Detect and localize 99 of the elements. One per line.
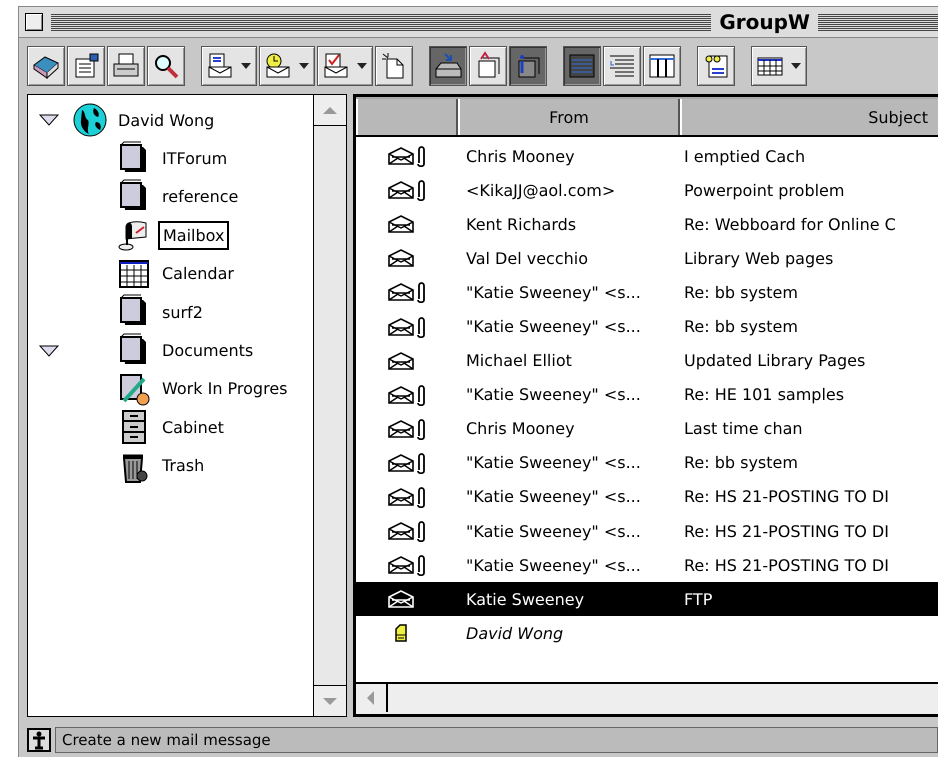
sender: "Katie Sweeney" <s... <box>465 522 642 541</box>
message-row[interactable]: "Katie Sweeney" <s... Re: HS 21-POSTING TO DI <box>356 548 938 582</box>
envelope-icon <box>388 454 414 472</box>
envelope-icon <box>388 488 414 506</box>
toolbar-button[interactable] <box>603 46 641 86</box>
status-text: Create a new mail message <box>55 727 938 753</box>
subject: Re: HS 21-POSTING TO DI <box>683 556 889 575</box>
disclosure-triangle-icon[interactable] <box>39 114 59 126</box>
folder-item[interactable]: Trash <box>158 452 208 480</box>
sender: <KikaJJ@aol.com> <box>465 180 616 200</box>
caret-icon <box>299 63 309 69</box>
envelope-icon <box>388 249 414 268</box>
folder-item[interactable]: reference <box>158 183 242 210</box>
scroll-bar[interactable] <box>356 682 938 714</box>
folder-item[interactable]: Cabinet <box>158 414 228 441</box>
info-icon <box>27 728 51 752</box>
subject: Re: HE 101 samples <box>683 385 844 404</box>
message-row[interactable]: Chris Mooney I emptied Cach <box>356 139 938 174</box>
toolbar-button[interactable] <box>27 46 65 86</box>
toolbar-button[interactable] <box>697 46 735 86</box>
sender: David Wong <box>465 624 564 643</box>
message-row[interactable]: Michael Elliot Updated Library Pages <box>356 344 938 378</box>
folder-item[interactable]: Calendar <box>158 260 238 288</box>
sender: Val Del vecchio <box>465 248 590 268</box>
scroll-bar[interactable] <box>313 95 346 716</box>
subject: Re: bb system <box>683 317 798 336</box>
window-title: GroupW <box>719 10 810 34</box>
message-row[interactable]: "Katie Sweeney" <s... Re: bb system <box>356 309 938 344</box>
subject: Re: bb system <box>683 453 798 472</box>
message-row[interactable]: Katie Sweeney FTP <box>356 582 938 616</box>
message-row[interactable]: Chris Mooney Last time chan <box>356 412 938 446</box>
folder-item[interactable]: Mailbox <box>158 220 230 250</box>
folder-item[interactable]: surf2 <box>158 298 207 326</box>
sender: Kent Richards <box>465 214 578 234</box>
column-header[interactable]: From <box>458 99 680 135</box>
toolbar-button[interactable] <box>107 46 145 86</box>
sender: Chris Mooney <box>465 419 576 438</box>
message-row[interactable]: "Katie Sweeney" <s... Re: bb system <box>356 446 938 480</box>
column-header[interactable]: Subject <box>680 99 938 135</box>
message-row[interactable]: David Wong <box>356 616 938 650</box>
caret-icon <box>791 63 801 69</box>
sender: "Katie Sweeney" <s... <box>465 282 642 302</box>
envelope-icon <box>388 181 414 200</box>
subject: Updated Library Pages <box>683 351 866 370</box>
envelope-icon <box>388 352 414 370</box>
envelope-icon <box>388 386 414 404</box>
envelope-icon <box>388 420 414 438</box>
caret-icon <box>357 63 367 69</box>
sender: Michael Elliot <box>465 351 573 370</box>
toolbar-button[interactable] <box>67 46 105 86</box>
folder-item[interactable]: Documents <box>158 337 258 364</box>
folder-item[interactable]: David Wong <box>114 106 218 134</box>
envelope-icon <box>388 283 414 302</box>
toolbar-button[interactable] <box>509 46 547 86</box>
subject: Re: HS 21-POSTING TO DI <box>683 487 889 506</box>
sender: "Katie Sweeney" <s... <box>465 317 642 336</box>
folder-item[interactable]: Work In Progres <box>158 375 292 402</box>
toolbar-button[interactable] <box>259 46 315 86</box>
disclosure-triangle-icon[interactable] <box>39 344 59 357</box>
toolbar-button[interactable] <box>751 46 807 86</box>
toolbar-button[interactable] <box>147 46 185 86</box>
sender: "Katie Sweeney" <s... <box>465 385 642 404</box>
subject: Library Web pages <box>683 248 834 268</box>
message-row[interactable]: "Katie Sweeney" <s... Re: HS 21-POSTING TO DI <box>356 480 938 514</box>
toolbar-button[interactable] <box>375 46 413 86</box>
sender: Chris Mooney <box>465 146 576 166</box>
message-row[interactable]: Val Del vecchio Library Web pages <box>356 241 938 276</box>
message-row[interactable]: Kent Richards Re: Webboard for Online C <box>356 207 938 242</box>
subject: Last time chan <box>683 419 803 438</box>
toolbar-button[interactable] <box>643 46 681 86</box>
envelope-icon <box>388 318 414 336</box>
subject: I emptied Cach <box>683 146 806 166</box>
subject: FTP <box>683 590 712 609</box>
subject: Re: HS 21-POSTING TO DI <box>683 522 889 541</box>
message-row[interactable]: <KikaJJ@aol.com> Powerpoint problem <box>356 173 938 208</box>
envelope-icon <box>388 522 414 540</box>
toolbar-button[interactable] <box>469 46 507 86</box>
toolbar-button[interactable] <box>317 46 373 86</box>
envelope-icon <box>388 590 414 608</box>
subject: Re: bb system <box>683 282 798 302</box>
caret-icon <box>241 63 251 69</box>
subject: Re: Webboard for Online C <box>683 214 896 234</box>
sender: Katie Sweeney <box>465 590 586 609</box>
subject: Powerpoint problem <box>683 180 844 200</box>
envelope-icon <box>388 147 414 166</box>
sender: "Katie Sweeney" <s... <box>465 556 642 575</box>
message-row[interactable]: "Katie Sweeney" <s... Re: HE 101 samples <box>356 378 938 412</box>
message-row[interactable]: "Katie Sweeney" <s... Re: HS 21-POSTING TO DI <box>356 514 938 548</box>
sender: "Katie Sweeney" <s... <box>465 487 642 506</box>
sender: "Katie Sweeney" <s... <box>465 453 642 472</box>
toolbar-button[interactable] <box>429 46 467 86</box>
message-row[interactable]: "Katie Sweeney" <s... Re: bb system <box>356 275 938 310</box>
envelope-icon <box>388 556 414 574</box>
toolbar-button[interactable] <box>563 46 601 86</box>
envelope-icon <box>388 215 414 234</box>
globe-icon <box>72 102 108 138</box>
folder-item[interactable]: ITForum <box>158 145 232 172</box>
toolbar-button[interactable] <box>201 46 257 86</box>
close-box[interactable] <box>25 13 43 31</box>
